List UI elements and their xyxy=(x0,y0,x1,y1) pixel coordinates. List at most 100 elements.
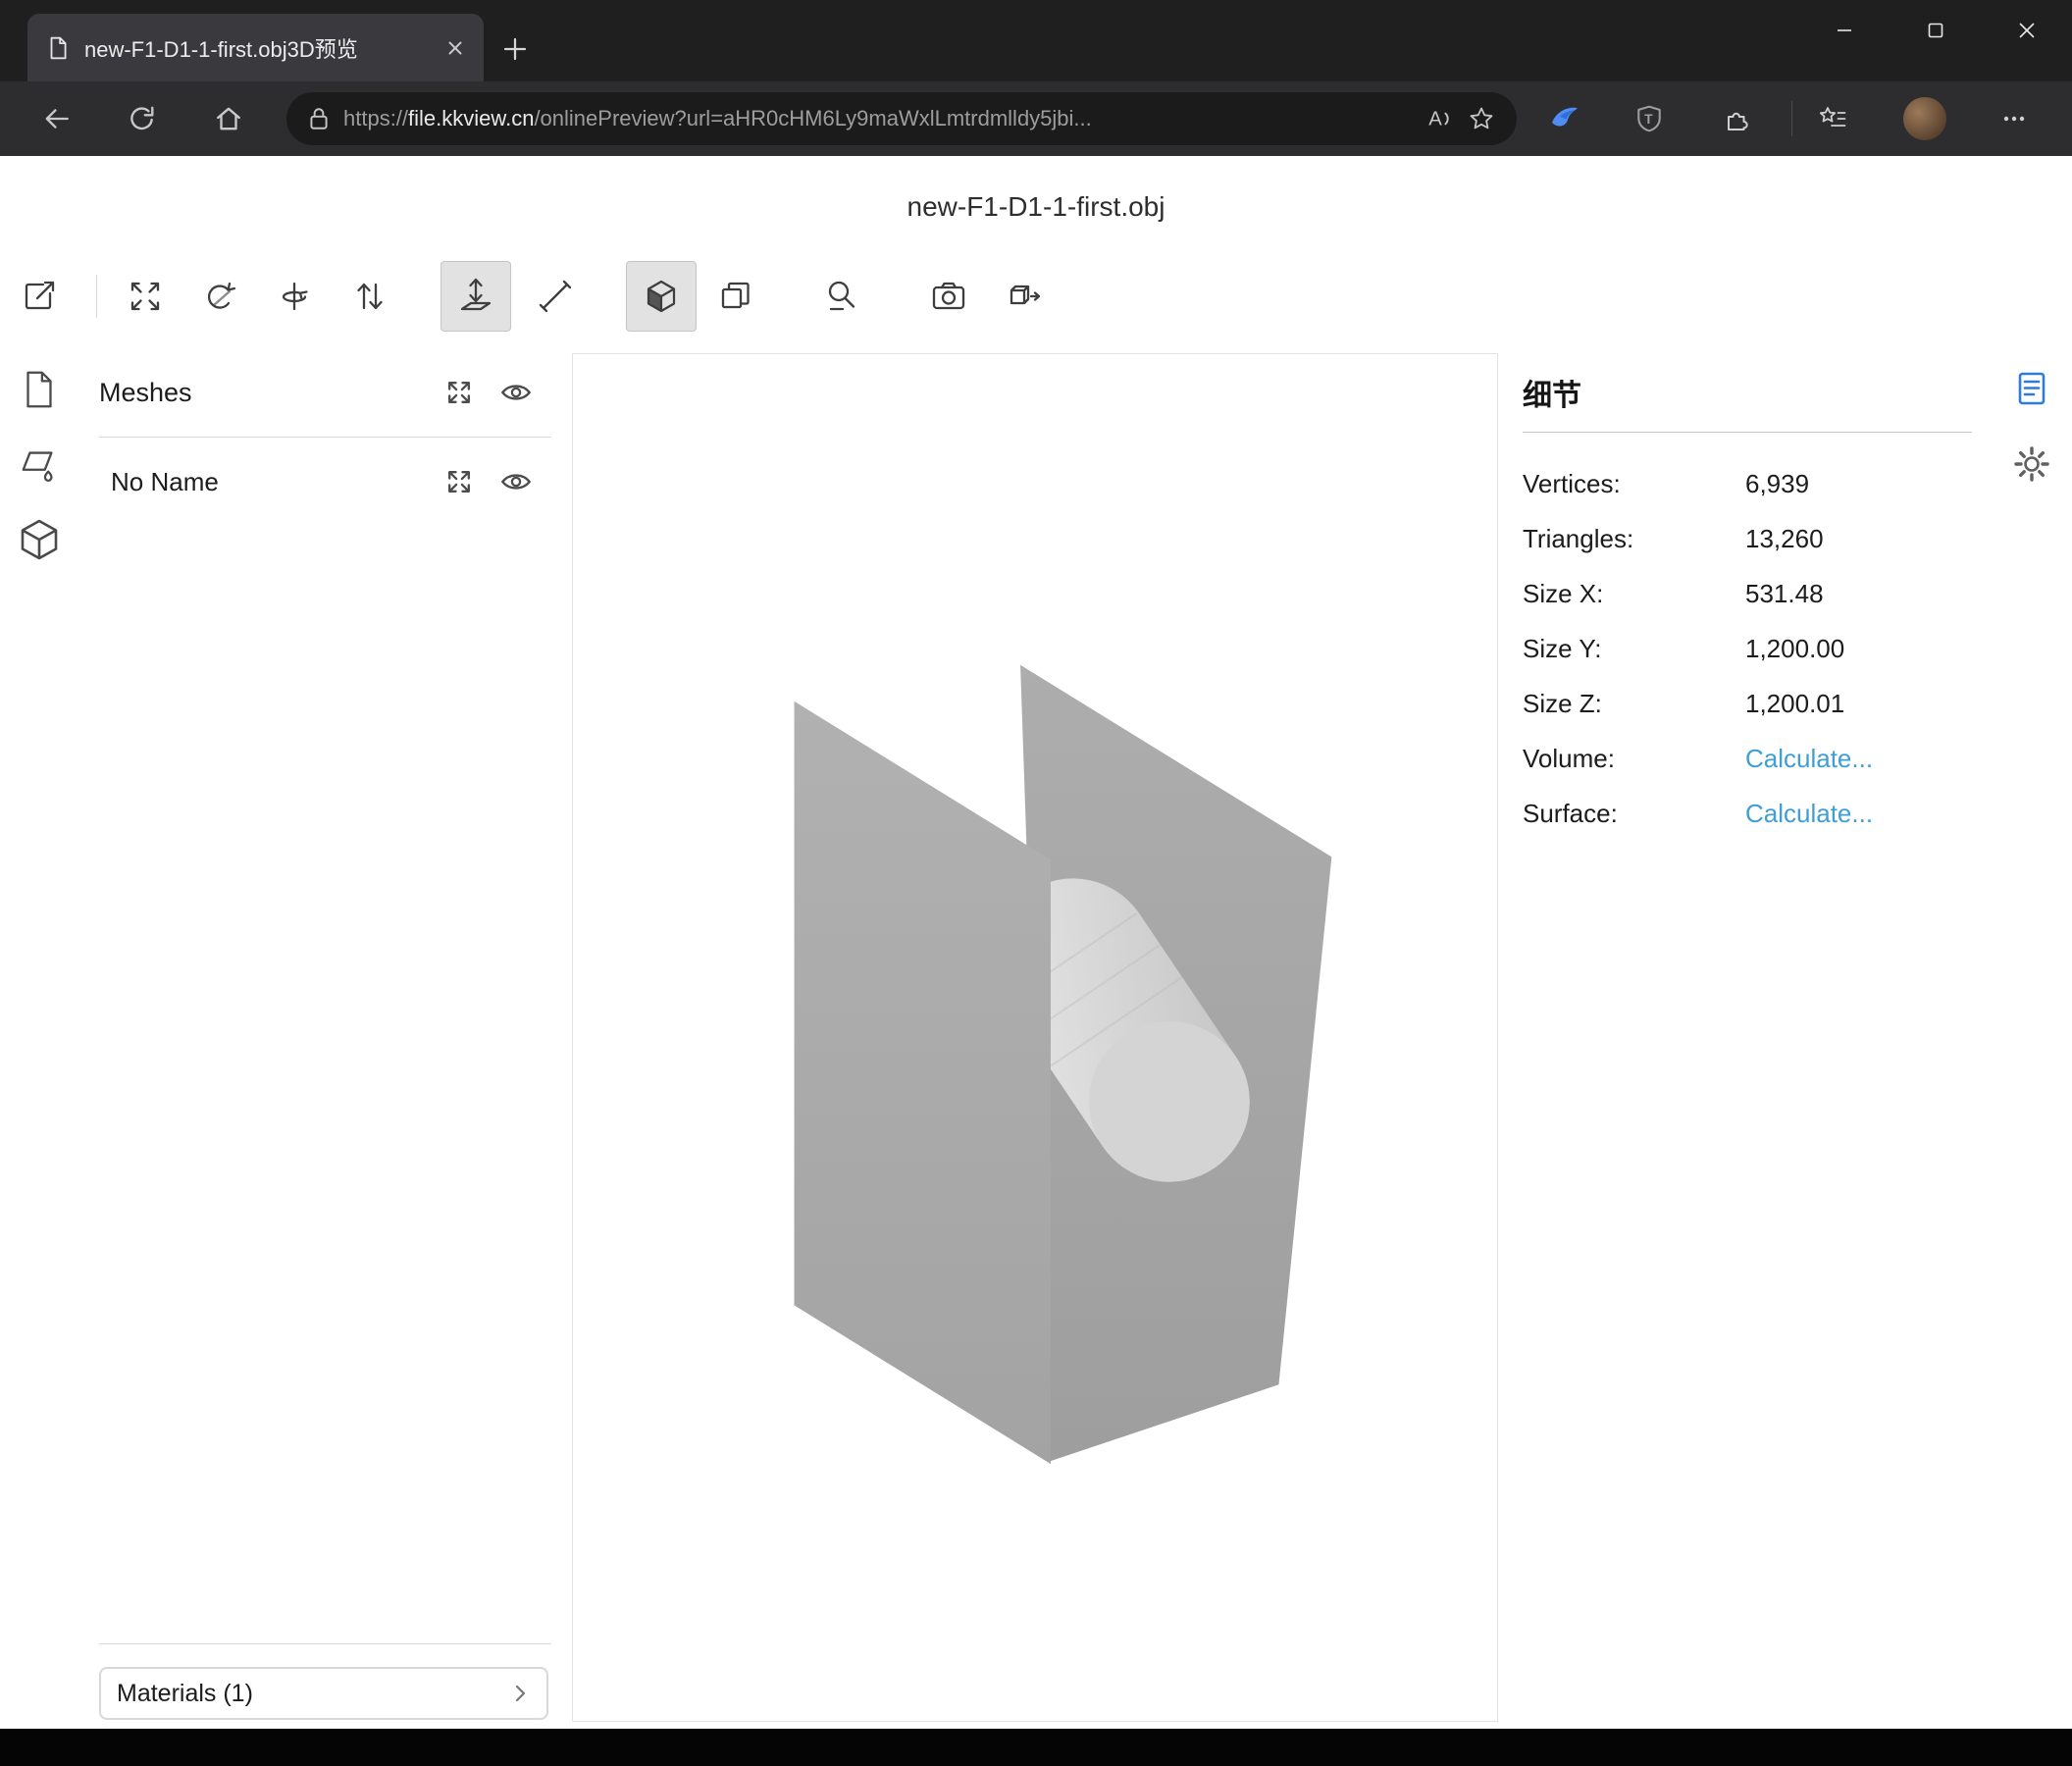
detail-label: Size Z: xyxy=(1523,689,1745,719)
read-aloud-glyph: A xyxy=(1428,108,1442,130)
calculate-volume-link[interactable]: Calculate... xyxy=(1745,744,1873,774)
details-tab-button[interactable] xyxy=(2011,368,2052,409)
detail-label: Vertices: xyxy=(1523,469,1745,499)
detail-value: 6,939 xyxy=(1745,469,1809,499)
profile-avatar[interactable] xyxy=(1903,97,1946,140)
tab-favicon-icon xyxy=(45,35,71,61)
mesh-visibility-eye-icon[interactable] xyxy=(499,465,533,498)
minimize-icon xyxy=(1834,20,1855,41)
minimize-button[interactable] xyxy=(1798,0,1890,61)
detail-value: 13,260 xyxy=(1745,524,1824,554)
bottom-bar xyxy=(0,1729,2072,1766)
detail-label: Volume: xyxy=(1523,744,1745,774)
favorite-star-icon[interactable] xyxy=(1468,105,1495,132)
rotate-free-icon xyxy=(201,277,240,316)
line-tool-button[interactable] xyxy=(520,261,591,332)
lock-icon xyxy=(308,106,330,131)
detail-row-volume: Volume: Calculate... xyxy=(1523,731,1972,786)
calculate-surface-link[interactable]: Calculate... xyxy=(1745,799,1873,829)
shaded-view-button[interactable] xyxy=(626,261,697,332)
shield-t-extension-icon[interactable]: T xyxy=(1625,94,1674,143)
back-button[interactable] xyxy=(32,94,81,143)
export-icon xyxy=(1006,277,1045,316)
file-icon xyxy=(18,368,61,411)
file-tab-button[interactable] xyxy=(16,366,63,413)
home-button[interactable] xyxy=(204,94,253,143)
favorites-hub-icon[interactable] xyxy=(1808,94,1857,143)
rotate-axis-button[interactable] xyxy=(259,261,330,332)
measure-button[interactable] xyxy=(806,261,877,332)
settings-gear-icon xyxy=(2011,443,2052,485)
detail-value: 1,200.00 xyxy=(1745,634,1844,664)
close-button[interactable] xyxy=(1981,0,2072,61)
fit-mesh-icon[interactable] xyxy=(442,465,476,498)
details-divider xyxy=(1523,432,1972,433)
export-button[interactable] xyxy=(990,261,1061,332)
close-icon xyxy=(2016,20,2038,41)
materials-icon xyxy=(18,443,61,487)
detail-value: 1,200.01 xyxy=(1745,689,1844,719)
read-aloud-icon[interactable]: A xyxy=(1424,104,1454,133)
model-tab-button[interactable] xyxy=(16,516,63,563)
window-controls xyxy=(1798,0,2072,61)
materials-button-label: Materials (1) xyxy=(117,1680,253,1708)
detail-row-size-x: Size X: 531.48 xyxy=(1523,566,1972,621)
browser-tab[interactable]: new-F1-D1-1-first.obj3D预览 xyxy=(27,14,484,81)
detail-row-size-y: Size Y: 1,200.00 xyxy=(1523,621,1972,676)
materials-button[interactable]: Materials (1) xyxy=(99,1667,548,1720)
visibility-eye-icon[interactable] xyxy=(499,376,533,409)
flip-vertical-button[interactable] xyxy=(335,261,405,332)
settings-button[interactable] xyxy=(2011,443,2052,485)
new-tab-button[interactable] xyxy=(500,34,530,64)
screenshot-button[interactable] xyxy=(913,261,984,332)
details-header: 细节 xyxy=(1523,366,1581,419)
maximize-button[interactable] xyxy=(1890,0,1981,61)
measure-icon xyxy=(822,277,861,316)
details-rows: Vertices: 6,939 Triangles: 13,260 Size X… xyxy=(1523,456,1972,841)
meshes-header-label: Meshes xyxy=(99,378,192,408)
detail-label: Surface: xyxy=(1523,799,1745,829)
viewer-toolbar xyxy=(0,259,1061,334)
url-text: https://file.kkview.cn/onlinePreview?url… xyxy=(343,106,1411,131)
home-icon xyxy=(214,104,243,133)
fit-view-icon xyxy=(126,277,165,316)
box-view-button[interactable] xyxy=(700,261,771,332)
extensions-puzzle-icon[interactable] xyxy=(1713,94,1762,143)
back-icon xyxy=(42,104,72,133)
move-axis-icon xyxy=(456,277,495,316)
browser-menu-icon[interactable] xyxy=(1990,94,2039,143)
shield-glyph: T xyxy=(1644,111,1653,127)
fit-view-button[interactable] xyxy=(110,261,181,332)
rotate-axis-icon xyxy=(275,277,314,316)
detail-row-surface: Surface: Calculate... xyxy=(1523,786,1972,841)
rotate-free-button[interactable] xyxy=(185,261,256,332)
move-axis-button[interactable] xyxy=(440,261,511,332)
tab-title: new-F1-D1-1-first.obj3D预览 xyxy=(84,32,431,64)
left-plane xyxy=(795,701,1051,1464)
browser-navbar: https://file.kkview.cn/onlinePreview?url… xyxy=(0,81,2072,156)
detail-label: Size Y: xyxy=(1523,634,1745,664)
materials-tab-button[interactable] xyxy=(16,442,63,489)
materials-divider xyxy=(99,1643,551,1644)
shaded-view-icon xyxy=(642,277,681,316)
model-render xyxy=(573,354,1497,1721)
chevron-right-icon xyxy=(507,1681,533,1706)
mesh-list-item[interactable]: No Name xyxy=(99,455,551,508)
meshes-header-row: Meshes xyxy=(99,366,551,419)
meshes-divider xyxy=(99,437,551,438)
model-viewport[interactable] xyxy=(572,353,1498,1722)
fit-all-icon[interactable] xyxy=(442,376,476,409)
maximize-icon xyxy=(1925,20,1946,41)
detail-label: Triangles: xyxy=(1523,524,1745,554)
bird-extension-icon[interactable] xyxy=(1540,94,1589,143)
url-path: /onlinePreview?url=aHR0cHM6Ly9maWxlLmtrd… xyxy=(534,106,1091,130)
navbar-divider xyxy=(1791,101,1792,136)
refresh-icon xyxy=(128,104,157,133)
screenshot-icon xyxy=(929,277,968,316)
box-view-icon xyxy=(716,277,755,316)
address-bar[interactable]: https://file.kkview.cn/onlinePreview?url… xyxy=(286,92,1517,145)
tab-close-icon[interactable] xyxy=(444,37,466,59)
detail-row-vertices: Vertices: 6,939 xyxy=(1523,456,1972,511)
open-model-button[interactable] xyxy=(4,261,75,332)
refresh-button[interactable] xyxy=(118,94,167,143)
